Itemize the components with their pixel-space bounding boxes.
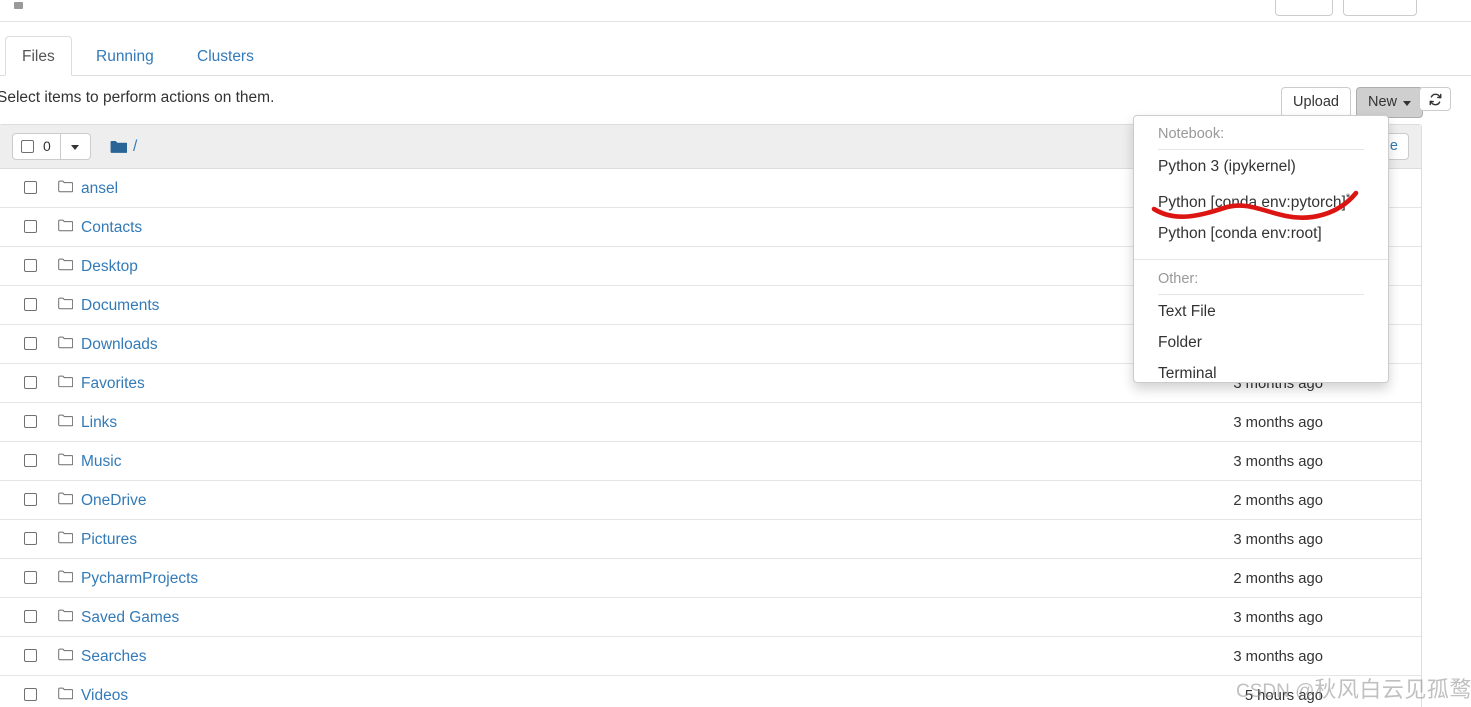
folder-icon bbox=[58, 453, 73, 466]
folder-icon bbox=[58, 531, 73, 544]
folder-icon bbox=[58, 570, 73, 583]
selected-count-label: 0 bbox=[43, 138, 51, 154]
row-checkbox[interactable] bbox=[24, 415, 37, 428]
file-name-link[interactable]: Pictures bbox=[81, 530, 137, 549]
top-chrome-strip bbox=[0, 0, 1471, 22]
new-dropdown-button[interactable]: New bbox=[1355, 87, 1423, 118]
chevron-down-icon bbox=[71, 145, 80, 150]
file-name-link[interactable]: Favorites bbox=[81, 374, 145, 393]
breadcrumb-path: / bbox=[133, 138, 138, 155]
row-checkbox[interactable] bbox=[24, 376, 37, 389]
row-checkbox[interactable] bbox=[24, 220, 37, 233]
folder-icon bbox=[58, 648, 73, 661]
tab-running[interactable]: Running bbox=[79, 36, 171, 76]
new-dropdown-menu: Notebook: Python 3 (ipykernel) Python [c… bbox=[1133, 115, 1389, 383]
select-all-box[interactable]: 0 bbox=[12, 133, 60, 160]
page-indicator-dot bbox=[14, 2, 23, 9]
select-all-checkbox[interactable] bbox=[21, 140, 34, 153]
row-checkbox[interactable] bbox=[24, 259, 37, 272]
partial-toolbar-button-2[interactable] bbox=[1343, 0, 1417, 16]
menu-item-text-file[interactable]: Text File bbox=[1134, 297, 1388, 328]
file-name-link[interactable]: Music bbox=[81, 452, 121, 471]
main-tab-bar: Files Running Clusters bbox=[0, 36, 1471, 76]
file-name-link[interactable]: Searches bbox=[81, 647, 146, 666]
table-row: OneDrive 2 months ago bbox=[0, 481, 1421, 520]
default-kernel-marker: * bbox=[1345, 192, 1351, 204]
file-name-link[interactable]: Videos bbox=[81, 686, 128, 705]
row-checkbox[interactable] bbox=[24, 454, 37, 467]
tab-files[interactable]: Files bbox=[5, 36, 72, 76]
menu-divider-line bbox=[1158, 149, 1364, 150]
row-checkbox[interactable] bbox=[24, 493, 37, 506]
partial-toolbar-button-1[interactable] bbox=[1275, 0, 1333, 16]
menu-item-python-conda-root[interactable]: Python [conda env:root] bbox=[1134, 219, 1388, 250]
menu-item-folder[interactable]: Folder bbox=[1134, 328, 1388, 359]
folder-icon bbox=[58, 687, 73, 700]
menu-item-python3-ipykernel[interactable]: Python 3 (ipykernel) bbox=[1134, 152, 1388, 183]
menu-item-python-conda-pytorch[interactable]: Python [conda env:pytorch]* bbox=[1134, 183, 1388, 219]
jupyter-notebook-file-browser: Files Running Clusters Select items to p… bbox=[0, 0, 1471, 707]
file-modified-time: 2 months ago bbox=[1233, 493, 1323, 509]
menu-section-divider bbox=[1134, 259, 1388, 261]
file-modified-time: 3 months ago bbox=[1233, 649, 1323, 665]
folder-icon bbox=[58, 492, 73, 505]
table-row: PycharmProjects 2 months ago bbox=[0, 559, 1421, 598]
selection-control-group: 0 bbox=[12, 133, 91, 160]
menu-divider-line bbox=[1158, 294, 1364, 296]
file-modified-time: 3 months ago bbox=[1233, 532, 1323, 548]
table-row: Videos 5 hours ago bbox=[0, 676, 1421, 707]
table-row: Links 3 months ago bbox=[0, 403, 1421, 442]
table-row: Music 3 months ago bbox=[0, 442, 1421, 481]
file-name-link[interactable]: OneDrive bbox=[81, 491, 146, 510]
file-name-link[interactable]: Links bbox=[81, 413, 117, 432]
menu-item-terminal[interactable]: Terminal bbox=[1134, 359, 1388, 382]
folder-icon bbox=[58, 180, 73, 193]
folder-icon bbox=[58, 258, 73, 271]
refresh-button[interactable] bbox=[1419, 87, 1452, 111]
row-checkbox[interactable] bbox=[24, 571, 37, 584]
folder-icon bbox=[58, 609, 73, 622]
file-name-link[interactable]: Downloads bbox=[81, 335, 158, 354]
file-modified-time: 3 months ago bbox=[1233, 415, 1323, 431]
file-name-link[interactable]: Contacts bbox=[81, 218, 142, 237]
file-modified-time: 3 months ago bbox=[1233, 454, 1323, 470]
breadcrumb[interactable]: / bbox=[110, 138, 137, 156]
upload-button[interactable]: Upload bbox=[1281, 87, 1351, 118]
chevron-down-icon bbox=[1403, 100, 1411, 106]
folder-icon bbox=[58, 375, 73, 388]
folder-filled-icon bbox=[110, 141, 127, 153]
action-button-group: Upload New bbox=[1281, 87, 1452, 118]
refresh-icon bbox=[1429, 93, 1442, 106]
row-checkbox[interactable] bbox=[24, 298, 37, 311]
menu-section-header-other: Other: bbox=[1158, 271, 1199, 288]
file-name-link[interactable]: Saved Games bbox=[81, 608, 179, 627]
row-checkbox[interactable] bbox=[24, 610, 37, 623]
menu-item-label: Python [conda env:pytorch] bbox=[1158, 194, 1346, 212]
menu-section-header-notebook: Notebook: bbox=[1158, 126, 1225, 142]
row-checkbox[interactable] bbox=[24, 181, 37, 194]
tab-clusters[interactable]: Clusters bbox=[180, 36, 271, 76]
file-name-link[interactable]: PycharmProjects bbox=[81, 569, 198, 588]
selection-dropdown-button[interactable] bbox=[59, 133, 91, 160]
table-row: Pictures 3 months ago bbox=[0, 520, 1421, 559]
new-button-label: New bbox=[1367, 94, 1397, 110]
folder-icon bbox=[58, 336, 73, 349]
selection-notice: Select items to perform actions on them. bbox=[0, 89, 275, 106]
row-checkbox[interactable] bbox=[24, 532, 37, 545]
table-row: Searches 3 months ago bbox=[0, 637, 1421, 676]
file-name-link[interactable]: Desktop bbox=[81, 257, 138, 276]
folder-icon bbox=[58, 297, 73, 310]
file-modified-time: 2 months ago bbox=[1233, 571, 1323, 587]
folder-icon bbox=[58, 414, 73, 427]
folder-icon bbox=[58, 219, 73, 232]
row-checkbox[interactable] bbox=[24, 688, 37, 701]
file-name-link[interactable]: Documents bbox=[81, 296, 159, 315]
row-checkbox[interactable] bbox=[24, 649, 37, 662]
file-name-link[interactable]: ansel bbox=[81, 179, 118, 198]
row-checkbox[interactable] bbox=[24, 337, 37, 350]
file-modified-time: 5 hours ago bbox=[1244, 688, 1323, 704]
file-modified-time: 3 months ago bbox=[1233, 610, 1323, 626]
table-row: Saved Games 3 months ago bbox=[0, 598, 1421, 637]
